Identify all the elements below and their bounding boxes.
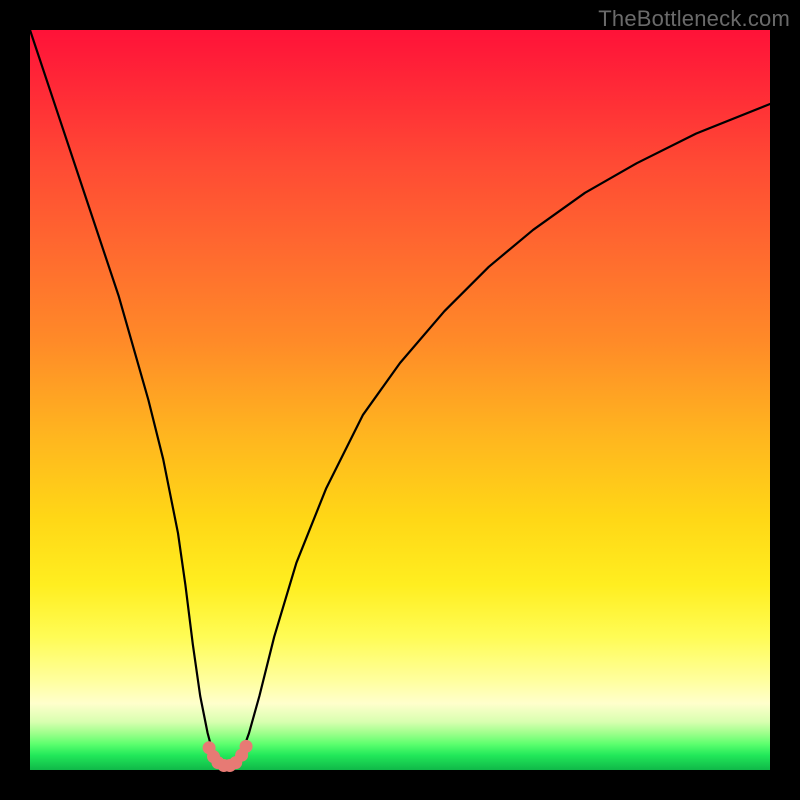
trough-marker-dot [240, 740, 253, 753]
chart-svg [30, 30, 770, 770]
watermark-text: TheBottleneck.com [598, 6, 790, 32]
trough-markers [203, 740, 253, 772]
curve-group [30, 30, 770, 772]
chart-frame: TheBottleneck.com [0, 0, 800, 800]
bottleneck-curve [30, 30, 770, 766]
